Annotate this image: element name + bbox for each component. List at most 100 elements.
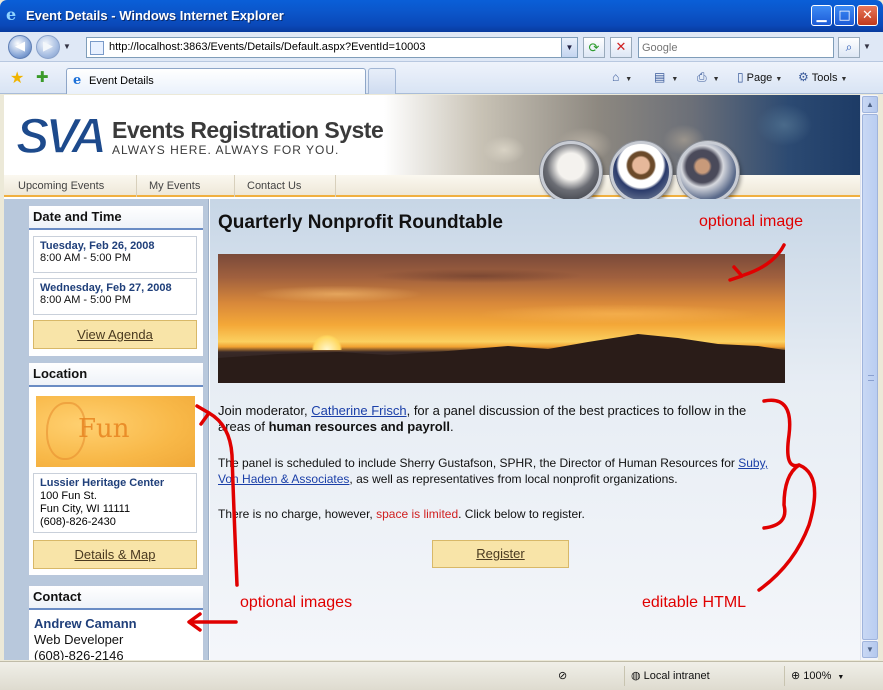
tab-bar: ★ ✚ e Event Details ⌂ ▼ ▤ ▼ ⎙ ▼ ▯ Page ▼ ⚙ Too…: [0, 62, 883, 94]
date-day: Wednesday, Feb 27, 2008: [40, 282, 172, 294]
site-title: Events Registration System: [112, 117, 404, 143]
add-favorites-icon[interactable]: ✚: [36, 68, 49, 86]
page-menu-label: Page: [746, 72, 773, 84]
ie-tab-icon: e: [73, 73, 82, 88]
venue-street: 100 Fun St.: [40, 490, 97, 502]
event-description-2: The panel is scheduled to include Sherry…: [218, 456, 769, 486]
window-title-bar: e Event Details - Windows Internet Explo…: [0, 0, 883, 32]
globe-icon: ◍: [631, 670, 644, 682]
stop-button[interactable]: ✕: [610, 37, 632, 58]
print-button[interactable]: ⎙ ▼: [697, 70, 720, 85]
date-entry: Tuesday, Feb 26, 2008 8:00 AM - 5:00 PM: [33, 236, 197, 273]
contact-heading: Contact: [29, 586, 203, 610]
venue-city: Fun City, WI 11111: [40, 503, 131, 515]
view-agenda-button[interactable]: View Agenda: [33, 320, 197, 349]
nav-contact-us[interactable]: Contact Us: [235, 175, 336, 197]
security-zone: ◍ Local intranet: [624, 666, 779, 686]
location-image: Fun: [36, 396, 195, 467]
contact-name: Andrew Camann: [34, 616, 137, 631]
event-description-1: Join moderator, Catherine Frisch, for a …: [218, 403, 747, 434]
gear-icon: ⚙: [798, 70, 809, 84]
vertical-scrollbar[interactable]: ▲ ▼: [860, 95, 878, 660]
nav-upcoming-events[interactable]: Upcoming Events: [6, 175, 137, 197]
ie-logo-icon: e: [6, 5, 17, 24]
history-dropdown-icon[interactable]: ▼: [63, 42, 71, 51]
venue-address: Lussier Heritage Center 100 Fun St. Fun …: [33, 473, 197, 533]
back-button[interactable]: ◀: [8, 35, 32, 59]
contact-panel: Contact Andrew Camann Web Developer (608…: [28, 585, 204, 660]
status-bar: ⊘ ◍ Local intranet ⊕ 100% ▼: [0, 661, 883, 690]
contact-phone: (608)-826-2146: [34, 648, 124, 660]
close-button[interactable]: ✕: [857, 5, 878, 26]
tools-menu[interactable]: ⚙ Tools ▼: [798, 70, 847, 84]
date-time-panel: Date and Time Tuesday, Feb 26, 2008 8:00…: [28, 205, 204, 357]
scroll-down-button[interactable]: ▼: [862, 641, 878, 658]
scroll-up-button[interactable]: ▲: [862, 96, 878, 113]
sidebar: Date and Time Tuesday, Feb 26, 2008 8:00…: [4, 199, 209, 660]
annotation-optional-images: optional images: [240, 594, 353, 611]
mountain-silhouette: [218, 334, 785, 383]
forward-button[interactable]: ▶: [36, 35, 60, 59]
address-toolbar: ◀ ▶ ▼ http://localhost:3863/Events/Detai…: [0, 32, 883, 62]
logo-text: SVA: [16, 109, 104, 159]
zoom-control[interactable]: ⊕ 100% ▼: [784, 666, 880, 686]
annotation-editable-html: editable HTML: [642, 594, 747, 611]
address-field[interactable]: http://localhost:3863/Events/Details/Def…: [86, 37, 578, 58]
window-title: Event Details - Windows Internet Explore…: [26, 8, 284, 23]
url-text[interactable]: http://localhost:3863/Events/Details/Def…: [109, 41, 425, 53]
venue-name: Lussier Heritage Center: [40, 477, 165, 489]
site-tagline: ALWAYS HERE. ALWAYS FOR YOU.: [112, 143, 340, 157]
date-time: 8:00 AM - 5:00 PM: [40, 252, 132, 264]
tab-event-details[interactable]: e Event Details: [66, 68, 366, 94]
search-icon[interactable]: ⌕: [838, 37, 860, 58]
date-day: Tuesday, Feb 26, 2008: [40, 240, 155, 252]
nav-my-events[interactable]: My Events: [137, 175, 235, 197]
scroll-thumb[interactable]: [862, 114, 878, 640]
space-limited-text: space is limited: [376, 507, 459, 521]
maximize-button[interactable]: □: [834, 5, 855, 26]
home-button[interactable]: ⌂ ▼: [612, 70, 632, 84]
rss-icon: ▤: [654, 70, 666, 84]
location-image-text: Fun: [78, 414, 130, 444]
moderator-link[interactable]: Catherine Frisch: [311, 403, 406, 418]
location-panel: Location Fun Lussier Heritage Center 100…: [28, 362, 204, 576]
location-heading: Location: [29, 363, 203, 387]
page-viewport: SVA Events Registration System ALWAYS HE…: [4, 95, 860, 660]
protected-mode-icon: ⊘: [558, 670, 568, 682]
favorites-star-icon[interactable]: ★: [10, 68, 24, 88]
address-dropdown-icon[interactable]: ▼: [561, 38, 577, 57]
sva-logo: SVA: [15, 109, 108, 159]
new-tab-button[interactable]: [368, 68, 396, 94]
zone-label: Local intranet: [643, 670, 710, 682]
zoom-level: 100%: [803, 670, 832, 682]
header-photo-circle: [540, 141, 602, 203]
refresh-button[interactable]: ⟳: [583, 37, 605, 58]
search-options-dropdown-icon[interactable]: ▼: [863, 42, 871, 51]
annotation-optional-image: optional image: [699, 213, 804, 230]
header-photo-circle: [677, 141, 739, 203]
event-title: Quarterly Nonprofit Roundtable: [218, 212, 503, 233]
event-image: [218, 254, 785, 383]
tab-label: Event Details: [89, 75, 154, 87]
search-input[interactable]: [639, 38, 833, 57]
event-description-3: There is no charge, however, space is li…: [218, 507, 585, 521]
tools-menu-label: Tools: [811, 72, 838, 84]
register-button[interactable]: Register: [432, 540, 569, 568]
page-icon: ▯: [737, 70, 744, 84]
page-icon: [90, 41, 104, 55]
date-time: 8:00 AM - 5:00 PM: [40, 294, 132, 306]
venue-phone: (608)-826-2430: [40, 516, 116, 528]
home-icon: ⌂: [612, 70, 620, 84]
page-menu[interactable]: ▯ Page ▼: [737, 70, 782, 84]
contact-title: Web Developer: [34, 632, 124, 647]
zoom-icon: ⊕: [791, 670, 804, 682]
details-map-button[interactable]: Details & Map: [33, 540, 197, 569]
event-content: Quarterly Nonprofit Roundtable Join mode…: [210, 199, 860, 660]
date-time-heading: Date and Time: [29, 206, 203, 230]
search-field[interactable]: [638, 37, 834, 58]
minimize-button[interactable]: ▁: [811, 5, 832, 26]
feeds-button[interactable]: ▤ ▼: [654, 70, 678, 84]
printer-icon: ⎙: [697, 70, 707, 84]
date-entry: Wednesday, Feb 27, 2008 8:00 AM - 5:00 P…: [33, 278, 197, 315]
header-photo-circle: [610, 141, 672, 203]
